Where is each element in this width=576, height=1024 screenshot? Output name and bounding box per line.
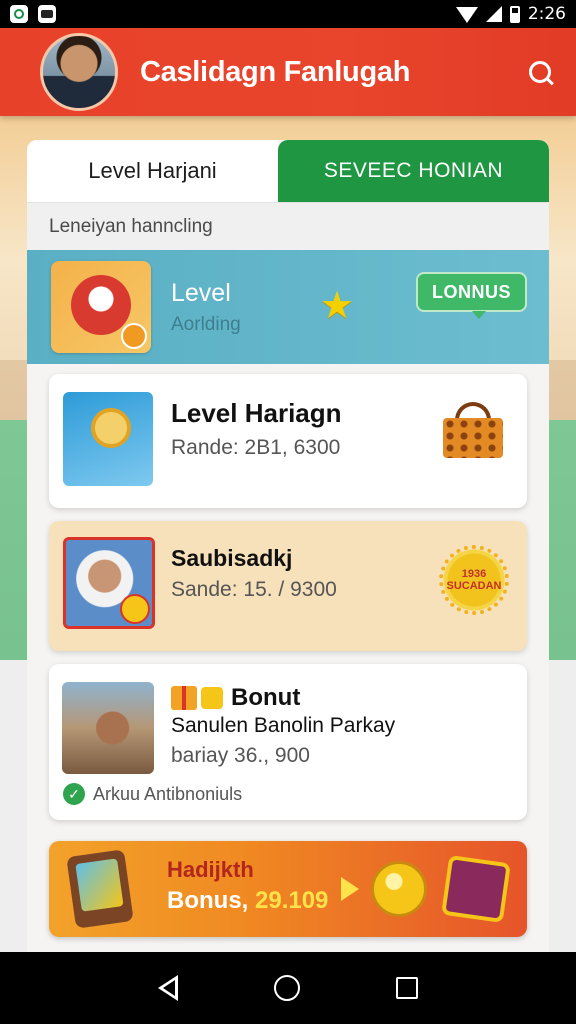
search-icon: [529, 61, 551, 83]
signal-icon: [485, 6, 502, 22]
recents-icon[interactable]: [396, 977, 418, 999]
back-icon[interactable]: [158, 975, 178, 1001]
tab-level-harjani[interactable]: Level Harjani: [27, 140, 278, 202]
wifi-icon: [455, 7, 478, 23]
status-bar: 2:26: [0, 0, 576, 28]
tab-seveec-honian[interactable]: SEVEEC HONIAN: [278, 140, 549, 202]
tab-bar: Level Harjani SEVEEC HONIAN: [27, 140, 549, 202]
mascot-icon: [71, 275, 131, 335]
promo-banner[interactable]: Hadijkth Bonus, 29.109: [49, 841, 527, 937]
home-icon[interactable]: [274, 975, 300, 1001]
promo-amount-value: 29.109: [255, 887, 329, 914]
promo-title: Hadijkth: [167, 857, 254, 882]
card-title: Level Hariagn: [171, 398, 342, 428]
search-button[interactable]: [520, 52, 560, 92]
navigation-bar: [0, 952, 576, 1024]
card-title: Bonut: [231, 684, 301, 711]
check-icon: ✓: [63, 783, 85, 805]
check-label: Arkuu Antibnoniuls: [93, 784, 243, 804]
card-subtitle: bariay 36., 900: [171, 744, 310, 767]
card-line: Sanulen Banolin Parkay: [171, 714, 396, 737]
profile-thumbnail: [63, 537, 155, 629]
level-thumbnail: [51, 261, 151, 353]
gift-icon: [171, 686, 197, 710]
coin-icon: [120, 594, 150, 624]
app-icon: [38, 5, 56, 23]
battery-icon: [509, 5, 520, 23]
phone-icon: [66, 849, 134, 929]
app-header: Caslidagn Fanlugah: [0, 28, 576, 116]
list-item[interactable]: Level Hariagn Rande: 2B1, 6300: [49, 374, 527, 508]
list-item[interactable]: Bonut Sanulen Banolin Parkay bariay 36.,…: [49, 664, 527, 820]
sun-badge-icon: 1936 SUCADAN: [439, 545, 509, 615]
card-subtitle: Sande: 15. / 9300: [171, 578, 337, 601]
list-item[interactable]: Saubisadkj Sande: 15. / 9300 1936 SUCADA…: [49, 521, 527, 651]
gift-box-icon: [441, 854, 511, 924]
section-label: Leneiyan hanncling: [27, 202, 549, 250]
level-banner-title: Level: [171, 278, 231, 307]
cube-icon: [201, 687, 223, 709]
arrow-icon: [341, 877, 359, 901]
clock-thumbnail: [63, 392, 153, 486]
photo-thumbnail: [62, 682, 154, 774]
status-time: 2:26: [527, 4, 566, 24]
avatar[interactable]: [40, 33, 118, 111]
level-banner-subtitle: Aorlding: [171, 313, 241, 335]
page-title: Caslidagn Fanlugah: [140, 55, 411, 88]
main-panel: Level Harjani SEVEEC HONIAN Leneiyan han…: [27, 140, 549, 952]
bonus-button[interactable]: LONNUS: [416, 272, 527, 319]
card-title: Saubisadkj: [171, 545, 293, 571]
promo-amount-label: Bonus,: [167, 887, 249, 914]
app-icon: [10, 5, 28, 23]
sun-badge-text: 1936 SUCADAN: [446, 567, 502, 592]
coin-icon: [371, 861, 427, 917]
badge-icon: [121, 323, 147, 349]
level-banner[interactable]: Level Aorlding ★ LONNUS: [27, 250, 549, 364]
basket-icon: [443, 402, 509, 458]
card-subtitle: Rande: 2B1, 6300: [171, 436, 341, 459]
star-icon: ★: [320, 285, 355, 327]
clock-icon: [91, 408, 131, 448]
